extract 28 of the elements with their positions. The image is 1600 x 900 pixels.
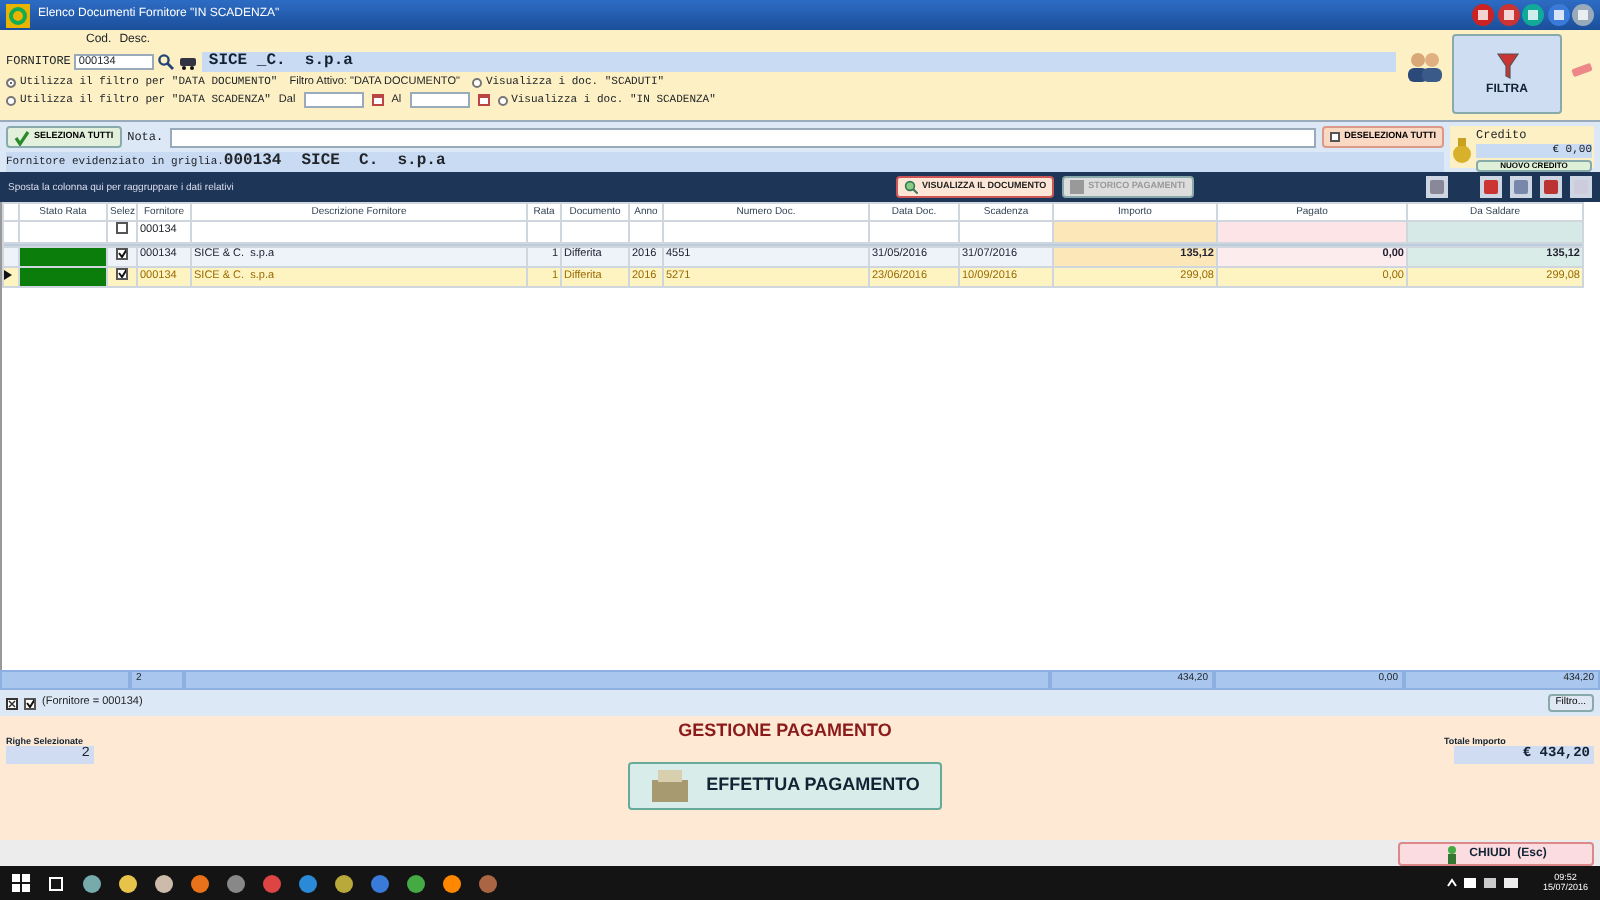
radio-button[interactable] [471,77,482,88]
funnel-icon [1495,52,1519,80]
row-pointer-icon [4,269,12,280]
highlight-code: 000134 [223,152,282,172]
summary-cell [0,670,130,690]
check-icon [14,129,30,145]
money-bag-icon [1452,136,1472,164]
note-field[interactable] [169,127,1317,147]
task-view-icon[interactable] [46,875,66,891]
section-title: GESTIONE PAGAMENTO [678,720,892,742]
radio-button[interactable] [6,77,16,88]
date-field[interactable] [409,92,470,109]
pay-button[interactable]: EFFETTUA PAGAMENTO [628,761,942,810]
highlight-name: SICE C. s.p.a [301,152,446,172]
radio-button[interactable] [497,95,508,106]
search-icon [904,180,918,194]
radio-button[interactable] [6,95,16,106]
car-icon[interactable] [178,53,199,70]
filter-checkbox[interactable] [116,222,128,234]
search-icon[interactable] [158,53,175,70]
date-field[interactable] [303,92,364,109]
filter-toggle-checkbox[interactable] [24,697,36,709]
users-icon[interactable] [1404,50,1444,82]
windows-start-icon[interactable] [12,874,30,892]
supplier-name-field: SICE _C. s.p.a [202,52,1396,72]
clear-filter-icon[interactable] [6,697,18,709]
app-logo-icon [6,3,30,27]
cash-register-icon [650,767,691,804]
